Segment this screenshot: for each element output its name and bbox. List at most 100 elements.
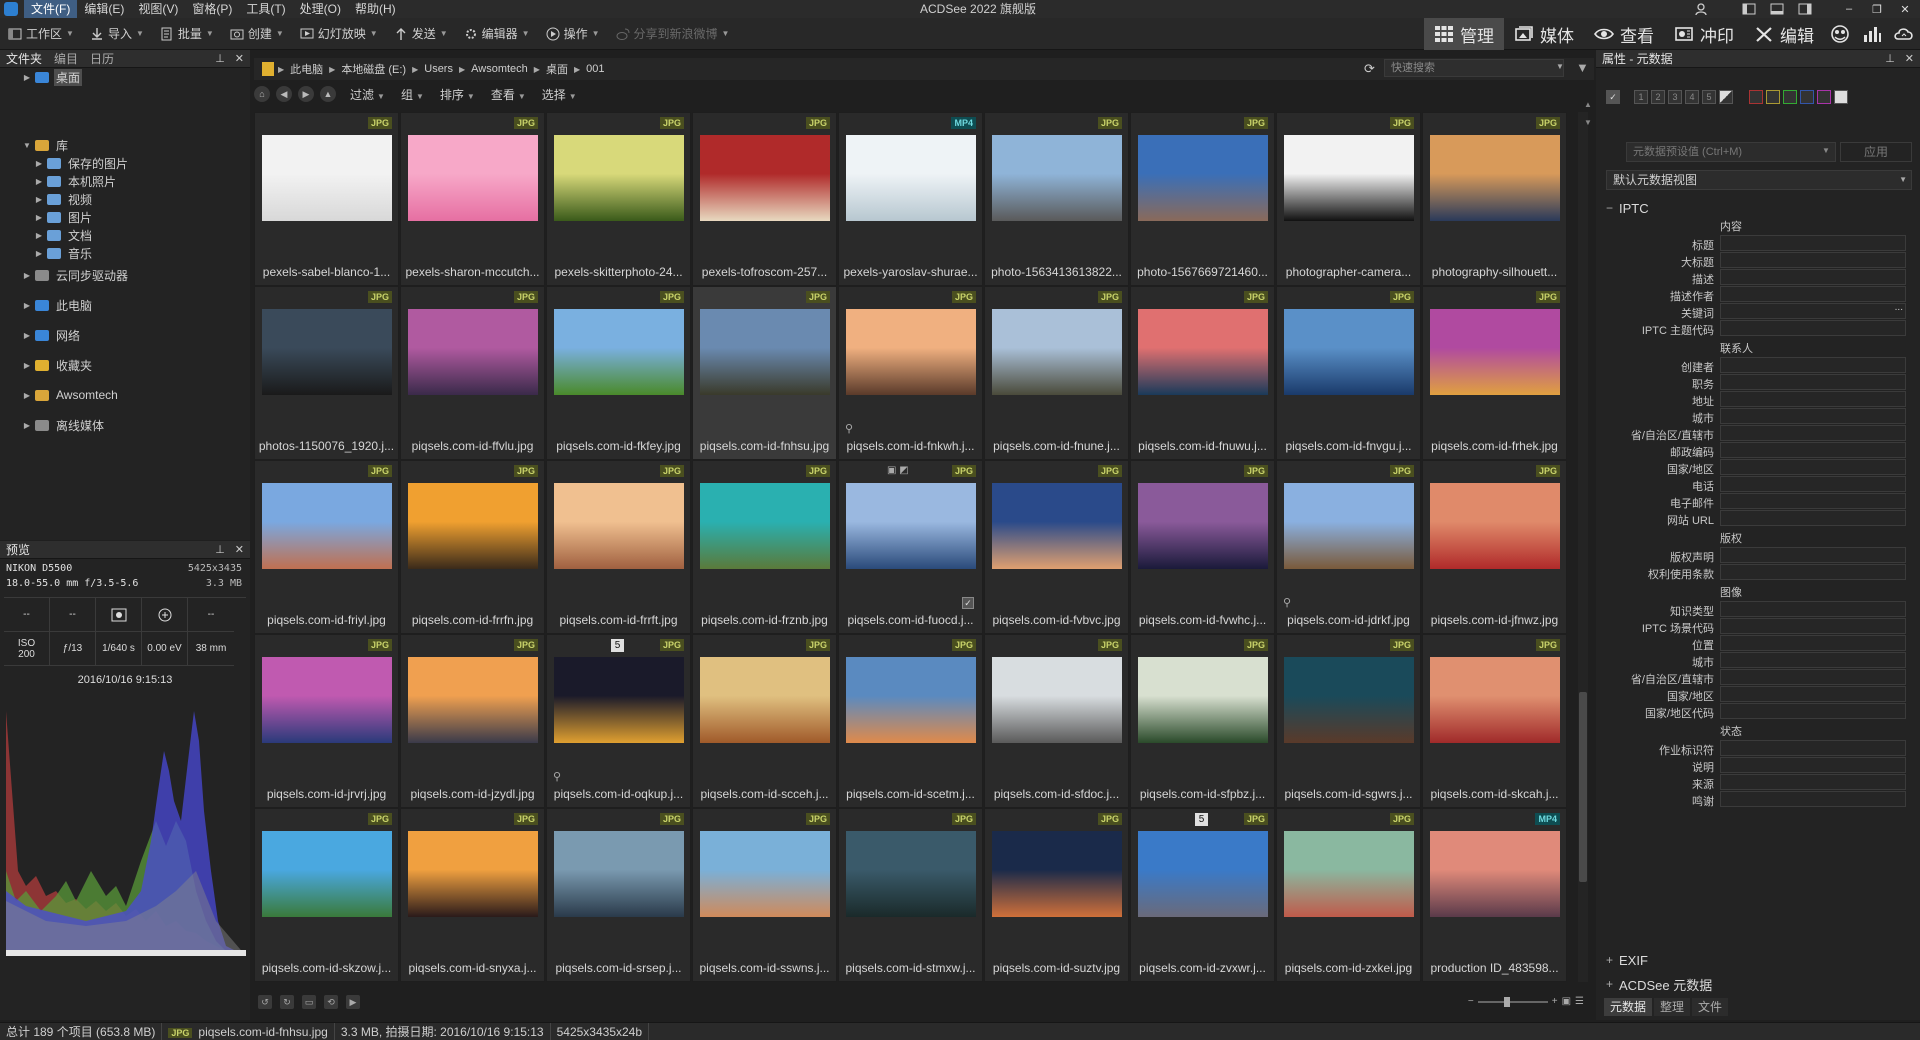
label-green[interactable] [1783,90,1797,104]
menu-process[interactable]: 处理(O) [293,0,348,18]
exif-section-header[interactable]: + EXIF [1606,950,1648,970]
metadata-field-input[interactable] [1720,476,1906,492]
clear-label-icon[interactable] [1834,90,1848,104]
thumbnail-item[interactable]: MP4 production ID_483598... [1422,808,1567,982]
tab-calendar[interactable]: 日历 [84,50,120,68]
breadcrumb-item[interactable]: 此电脑 [284,61,329,77]
folder-tree-item[interactable]: ▶ 音乐 [0,244,94,262]
import-button[interactable]: 导入 ▼ [82,18,152,50]
thumbnail-item[interactable]: JPG piqsels.com-id-stmxw.j... [838,808,983,982]
mode-media[interactable]: 媒体 [1504,18,1584,50]
filter-icon[interactable]: ▼ [1576,60,1589,75]
details-view-icon[interactable]: ☰ [1575,996,1584,1007]
share-weibo-button[interactable]: 分享到新浪微博 ▼ [608,18,738,50]
metadata-field-input[interactable] [1720,357,1906,373]
menu-tools[interactable]: 工具(T) [239,0,292,18]
breadcrumb-item[interactable]: 001 [580,63,610,75]
group-menu[interactable]: 组 ▼ [393,86,432,103]
thumbnail-item[interactable]: JPG piqsels.com-id-srsep.j... [546,808,691,982]
metadata-field-input[interactable] [1720,774,1906,790]
folder-tree-item[interactable]: ▶ 文档 [0,226,94,244]
thumbnail-item[interactable]: JPG piqsels.com-id-fnhsu.jpg [692,286,837,460]
folder-tree-item[interactable]: ▶ 本机照片 [0,172,118,190]
thumbnail-item[interactable]: JPG piqsels.com-id-jzydl.jpg [400,634,545,808]
home-icon[interactable]: ⌂ [254,86,270,102]
thumbnail-item[interactable]: JPG piqsels.com-id-frhek.jpg [1422,286,1567,460]
thumbnail-item[interactable]: JPG piqsels.com-id-sgwrs.j... [1276,634,1421,808]
tab-file[interactable]: 文件 [1692,998,1729,1016]
metadata-field-input[interactable] [1720,669,1906,685]
breadcrumb-item[interactable]: 桌面 [540,61,574,77]
breadcrumb-item[interactable]: 本地磁盘 (E:) [335,61,412,77]
chevron-down-icon[interactable]: ▼ [22,141,32,150]
layout-left-icon[interactable] [1738,2,1760,16]
menu-pane[interactable]: 窗格(P) [185,0,239,18]
metadata-field-input[interactable]: ... [1720,302,1906,319]
workspace-button[interactable]: 工作区 ▼ [0,18,82,50]
view-menu[interactable]: 查看 ▼ [483,86,534,103]
tagged-checkbox[interactable]: ✓ [962,597,974,609]
thumbnail-item[interactable]: JPG piqsels.com-id-fnune.j... [984,286,1129,460]
label-red[interactable] [1749,90,1763,104]
thumbnail-item[interactable]: JPG piqsels.com-id-fnvgu.j... [1276,286,1421,460]
metadata-view-select[interactable]: 默认元数据视图 ▼ [1606,170,1912,190]
batch-button[interactable]: 批量 ▼ [152,18,222,50]
thumbnail-item[interactable]: JPG piqsels.com-id-ffvlu.jpg [400,286,545,460]
close-panel-icon[interactable]: ✕ [235,50,244,68]
tab-catalog[interactable]: 编目 [48,50,84,68]
tag-checkbox[interactable]: ✓ [1606,90,1620,104]
metadata-field-input[interactable] [1720,703,1906,719]
label-yellow[interactable] [1766,90,1780,104]
chevron-right-icon[interactable]: ▶ [22,361,32,370]
thumbnail-item[interactable]: JPG piqsels.com-id-jfnwz.jpg [1422,460,1567,634]
zoom-out-icon[interactable]: − [1468,996,1474,1007]
thumbnail-item[interactable]: JPG piqsels.com-id-sswns.j... [692,808,837,982]
thumbnail-item[interactable]: JPG photos-1150076_1920.j... [254,286,399,460]
keyword-picker-button[interactable]: ... [1895,302,1903,313]
thumbnail-item[interactable]: JPG piqsels.com-id-snyxa.j... [400,808,545,982]
pin-icon[interactable]: ⊥ [1885,50,1895,68]
folder-tree-item[interactable]: ▶ 保存的图片 [0,154,130,172]
thumbnail-item[interactable]: JPG piqsels.com-id-fvwhc.j... [1130,460,1275,634]
thumbnail-item[interactable]: JPG 5 ⚲ piqsels.com-id-oqkup.j... [546,634,691,808]
preset-dropdown-icon[interactable]: ▼ [1822,146,1830,155]
thumbnail-item[interactable]: JPG piqsels.com-id-frrft.jpg [546,460,691,634]
thumbnail-item[interactable]: JPG photography-silhouett... [1422,112,1567,286]
thumbnail-item[interactable]: JPG piqsels.com-id-zxkei.jpg [1276,808,1421,982]
thumbnail-item[interactable]: JPG pexels-sabel-blanco-1... [254,112,399,286]
pin-icon[interactable]: ⊥ [215,50,225,68]
thumbnail-item[interactable]: JPG piqsels.com-id-fnuwu.j... [1130,286,1275,460]
thumbnail-item[interactable]: JPG piqsels.com-id-fvbvc.jpg [984,460,1129,634]
thumbnail-item[interactable]: JPG piqsels.com-id-frznb.jpg [692,460,837,634]
metadata-field-input[interactable] [1720,618,1906,634]
metadata-field-input[interactable] [1720,235,1906,251]
close-icon[interactable]: ✕ [1894,2,1916,16]
zoom-control[interactable]: − + ▣ ☰ [1468,996,1584,1007]
metadata-field-input[interactable] [1720,635,1906,651]
thumbnail-item[interactable]: JPG photo-1563413613822... [984,112,1129,286]
metadata-field-input[interactable] [1720,652,1906,668]
metadata-field-input[interactable] [1720,425,1906,441]
folder-tree-item[interactable]: ▼ 库 [0,136,70,154]
search-dropdown-icon[interactable]: ▼ [1556,62,1564,71]
mode-edit[interactable]: 编辑 [1744,18,1824,50]
menu-edit[interactable]: 编辑(E) [77,0,131,18]
thumbnail-item[interactable]: JPG piqsels.com-id-jrvrj.jpg [254,634,399,808]
metadata-field-input[interactable] [1720,286,1906,302]
chevron-right-icon[interactable]: ▶ [34,213,44,222]
metadata-field-input[interactable] [1720,252,1906,268]
iptc-section-header[interactable]: − IPTC [1606,198,1649,218]
tab-folders[interactable]: 文件夹 [0,50,48,68]
folder-tree-item[interactable]: ▶ 图片 [0,208,94,226]
tab-metadata[interactable]: 元数据 [1604,998,1653,1016]
label-purple[interactable] [1817,90,1831,104]
folder-tree-item[interactable]: ▶ 此电脑 [0,296,94,314]
metadata-field-input[interactable] [1720,510,1906,526]
thumbnail-item[interactable]: JPG photo-1567669721460... [1130,112,1275,286]
metadata-field-input[interactable] [1720,408,1906,424]
close-panel-icon[interactable]: ✕ [235,541,244,559]
restore-icon[interactable]: ❐ [1866,2,1888,16]
editor-button[interactable]: 编辑器 ▼ [456,18,538,50]
breadcrumb-item[interactable]: Awsomtech [465,63,534,75]
up-icon[interactable]: ▲ [320,86,336,102]
